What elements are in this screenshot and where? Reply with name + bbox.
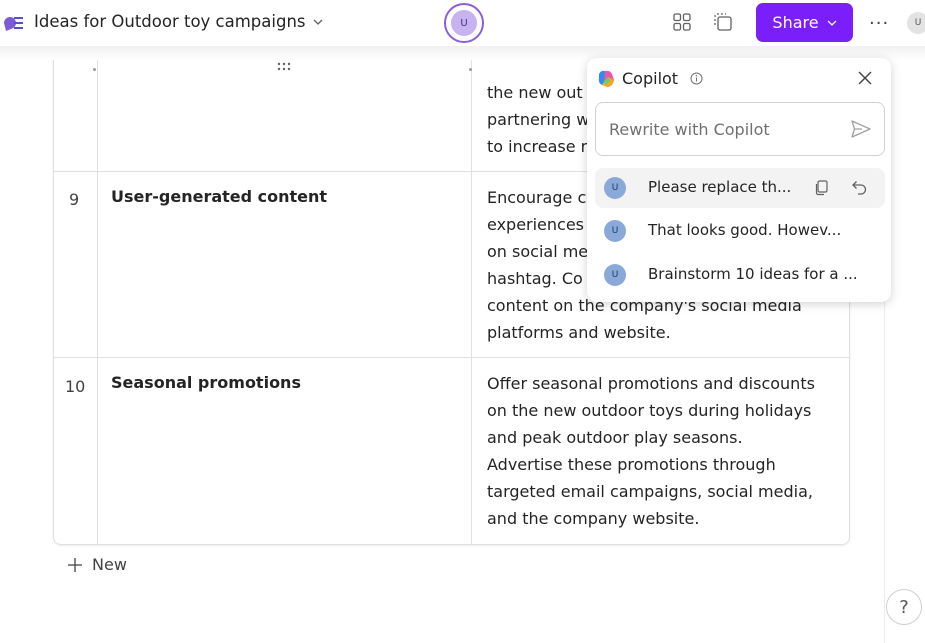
document-title[interactable]: Ideas for Outdoor toy campaigns	[34, 12, 306, 31]
avatar: U	[604, 220, 626, 242]
close-icon[interactable]	[857, 70, 873, 86]
new-row-button[interactable]: New	[66, 555, 127, 574]
column-divider	[471, 60, 472, 545]
info-icon[interactable]	[690, 72, 703, 85]
table-cell-title[interactable]: Seasonal promotions	[111, 373, 301, 392]
avatar: U	[604, 264, 626, 286]
desc-line: on the new outdoor toys during holidays	[487, 401, 812, 420]
top-bar: Ideas for Outdoor toy campaigns U Share …	[0, 0, 925, 46]
copilot-history-item[interactable]: U That looks good. Howev...	[595, 211, 885, 251]
desc-line: and peak outdoor play seasons.	[487, 428, 743, 447]
desc-line: and the company website.	[487, 509, 700, 528]
copy-icon[interactable]	[814, 179, 830, 196]
avatar: U	[604, 177, 626, 199]
desc-line: platforms and website.	[487, 323, 671, 342]
share-label: Share	[772, 13, 819, 32]
undo-icon[interactable]	[850, 179, 868, 196]
desc-line: targeted email campaigns, social media,	[487, 482, 813, 501]
history-text: Brainstorm 10 ideas for a ...	[648, 265, 858, 283]
copilot-history-item[interactable]: U Brainstorm 10 ideas for a ...	[595, 255, 885, 295]
column-marker	[469, 68, 472, 71]
send-icon[interactable]	[850, 119, 872, 139]
plus-icon	[68, 557, 82, 572]
input-placeholder: Rewrite with Copilot	[609, 120, 770, 139]
chevron-down-icon[interactable]	[312, 17, 324, 27]
copilot-logo-icon	[598, 70, 614, 87]
column-divider	[97, 60, 98, 545]
history-text: Please replace th...	[648, 178, 792, 196]
table-cell-title[interactable]: User-generated content	[111, 187, 327, 206]
row-number: 10	[65, 377, 86, 396]
new-row-label: New	[92, 555, 127, 574]
avatar-initial: U	[451, 10, 477, 36]
copilot-panel: Copilot Rewrite with Copilot U Please re…	[587, 58, 891, 302]
desc-line: Advertise these promotions through	[487, 455, 776, 474]
row-number: 9	[69, 190, 80, 209]
loop-app-icon[interactable]	[2, 14, 24, 32]
share-button[interactable]: Share	[756, 3, 853, 42]
user-avatar[interactable]: U	[907, 12, 925, 34]
row-divider	[54, 357, 849, 358]
column-marker	[93, 68, 96, 71]
drag-handle-icon[interactable]	[276, 62, 292, 72]
components-grid-icon[interactable]	[672, 12, 692, 32]
copilot-history-item[interactable]: U Please replace th...	[595, 168, 885, 208]
table-cell-description[interactable]: Offer seasonal promotions and discounts …	[487, 370, 837, 532]
desc-line: Offer seasonal promotions and discounts	[487, 374, 815, 393]
copilot-title: Copilot	[622, 69, 679, 88]
copilot-prompt-input[interactable]: Rewrite with Copilot	[595, 102, 885, 156]
history-text: That looks good. Howev...	[648, 221, 842, 239]
help-button[interactable]: ?	[886, 589, 922, 625]
chevron-down-icon	[827, 20, 837, 26]
copy-component-icon[interactable]	[712, 11, 734, 33]
collaborator-avatar[interactable]: U	[444, 3, 484, 43]
more-options-icon[interactable]: ···	[869, 13, 889, 34]
